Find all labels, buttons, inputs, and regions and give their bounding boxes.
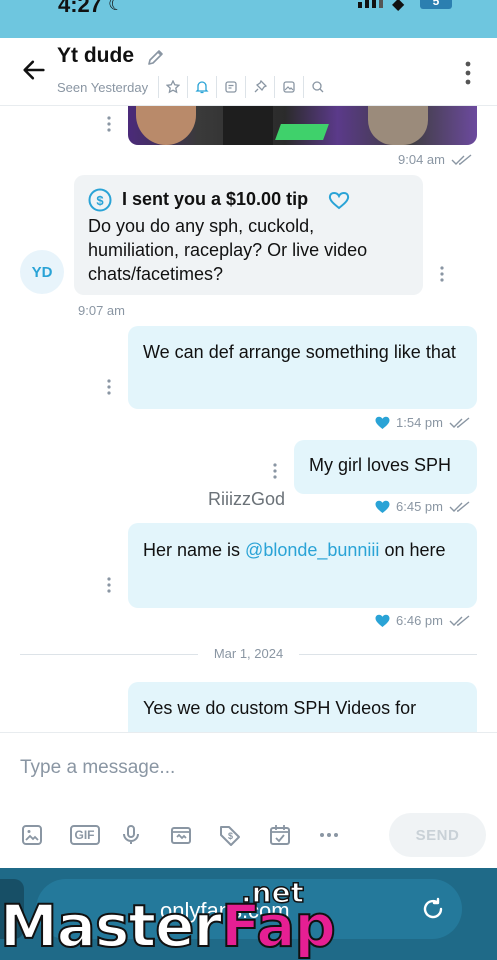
outgoing-message-bubble[interactable]: Yes we do custom SPH Videos for bbox=[128, 682, 477, 732]
star-icon[interactable] bbox=[158, 76, 187, 98]
message-text: We can def arrange something like that bbox=[143, 342, 456, 362]
message-options-icon[interactable] bbox=[106, 115, 112, 133]
price-tag-icon[interactable]: $ bbox=[218, 821, 268, 849]
header-icon-row bbox=[158, 76, 332, 98]
read-ticks-icon bbox=[449, 500, 470, 512]
vault-icon[interactable] bbox=[169, 821, 219, 849]
battery-icon: 5 bbox=[420, 0, 452, 9]
chat-header: Yt dude Seen Yesterday bbox=[0, 38, 497, 106]
message-time: 6:46 pm bbox=[396, 613, 443, 628]
message-time: 1:54 pm bbox=[396, 415, 443, 430]
image-icon[interactable] bbox=[20, 821, 70, 849]
composer-toolbar: GIF $ bbox=[20, 821, 367, 849]
message-meta: 9:04 am bbox=[398, 152, 473, 167]
heart-icon[interactable] bbox=[375, 500, 390, 514]
seen-status: Seen Yesterday bbox=[57, 80, 149, 95]
watermark-suffix: .net bbox=[240, 875, 304, 910]
gif-icon[interactable]: GIF bbox=[69, 821, 120, 849]
outgoing-message-bubble[interactable]: My girl loves SPH bbox=[294, 440, 477, 494]
outgoing-message-bubble[interactable]: Her name is @blonde_bunniii on here bbox=[128, 523, 477, 608]
tip-label: I sent you a $10.00 tip bbox=[122, 189, 309, 209]
moon-icon: ☾ bbox=[108, 0, 125, 14]
message-meta: 6:45 pm bbox=[375, 499, 471, 514]
message-text: My girl loves SPH bbox=[309, 455, 452, 475]
send-button[interactable]: SEND bbox=[389, 813, 486, 857]
message-options-icon[interactable] bbox=[272, 462, 278, 480]
more-options-icon[interactable] bbox=[460, 60, 476, 86]
user-mention-link[interactable]: @blonde_bunniii bbox=[245, 540, 379, 560]
search-icon[interactable] bbox=[303, 76, 332, 98]
conversation[interactable]: 9:04 am $ I sent you a $10.00 tip Do you… bbox=[0, 106, 497, 732]
tip-message-bubble[interactable]: $ I sent you a $10.00 tip Do you do any … bbox=[74, 175, 423, 295]
read-ticks-icon bbox=[449, 614, 470, 626]
sender-label: RiiizzGod bbox=[208, 489, 286, 509]
gif-label: GIF bbox=[69, 825, 100, 845]
avatar[interactable]: YD bbox=[20, 250, 64, 294]
back-arrow-icon[interactable] bbox=[20, 56, 48, 84]
read-ticks-icon bbox=[449, 416, 470, 428]
pencil-icon[interactable] bbox=[146, 47, 166, 67]
tip-message-text: Do you do any sph, cuckold, humiliation,… bbox=[88, 216, 368, 284]
heart-hands-icon bbox=[328, 191, 350, 209]
status-bar: 4:27 ☾ ◆ 5 bbox=[0, 0, 497, 38]
read-ticks-icon bbox=[451, 153, 472, 165]
reload-icon[interactable] bbox=[420, 896, 446, 922]
mic-icon[interactable] bbox=[119, 821, 169, 849]
message-text: on here bbox=[379, 540, 446, 560]
message-input[interactable]: Type a message... bbox=[20, 757, 175, 779]
message-time: 9:04 am bbox=[398, 152, 445, 167]
message-options-icon[interactable] bbox=[106, 576, 112, 594]
message-options-icon[interactable] bbox=[439, 265, 445, 283]
message-text: Her name is bbox=[143, 540, 246, 560]
media-thumbnail[interactable] bbox=[128, 106, 477, 145]
heart-icon[interactable] bbox=[375, 614, 390, 628]
pin-icon[interactable] bbox=[245, 76, 274, 98]
wifi-icon: ◆ bbox=[392, 0, 405, 13]
message-options-icon[interactable] bbox=[106, 378, 112, 396]
heart-icon[interactable] bbox=[375, 416, 390, 430]
svg-text:$: $ bbox=[228, 831, 233, 841]
message-meta: 9:07 am bbox=[78, 303, 125, 318]
dollar-circle-icon: $ bbox=[88, 188, 112, 211]
outgoing-message-bubble[interactable]: We can def arrange something like that bbox=[128, 326, 477, 409]
message-time: 6:45 pm bbox=[396, 499, 443, 514]
message-time: 9:07 am bbox=[78, 303, 125, 318]
more-icon[interactable] bbox=[317, 821, 367, 849]
status-time: 4:27 bbox=[58, 0, 103, 17]
message-meta: 6:46 pm bbox=[375, 613, 471, 628]
message-composer: Type a message... GIF $ SEND bbox=[0, 732, 497, 868]
schedule-icon[interactable] bbox=[268, 821, 318, 849]
bell-icon[interactable] bbox=[187, 76, 216, 98]
note-icon[interactable] bbox=[216, 76, 245, 98]
signal-icon bbox=[358, 0, 383, 8]
media-icon[interactable] bbox=[274, 76, 303, 98]
chat-title[interactable]: Yt dude bbox=[57, 44, 134, 68]
date-separator: Mar 1, 2024 bbox=[20, 644, 477, 664]
message-text: Yes we do custom SPH Videos for bbox=[143, 698, 417, 718]
svg-text:$: $ bbox=[96, 193, 104, 208]
message-meta: 1:54 pm bbox=[375, 415, 471, 430]
